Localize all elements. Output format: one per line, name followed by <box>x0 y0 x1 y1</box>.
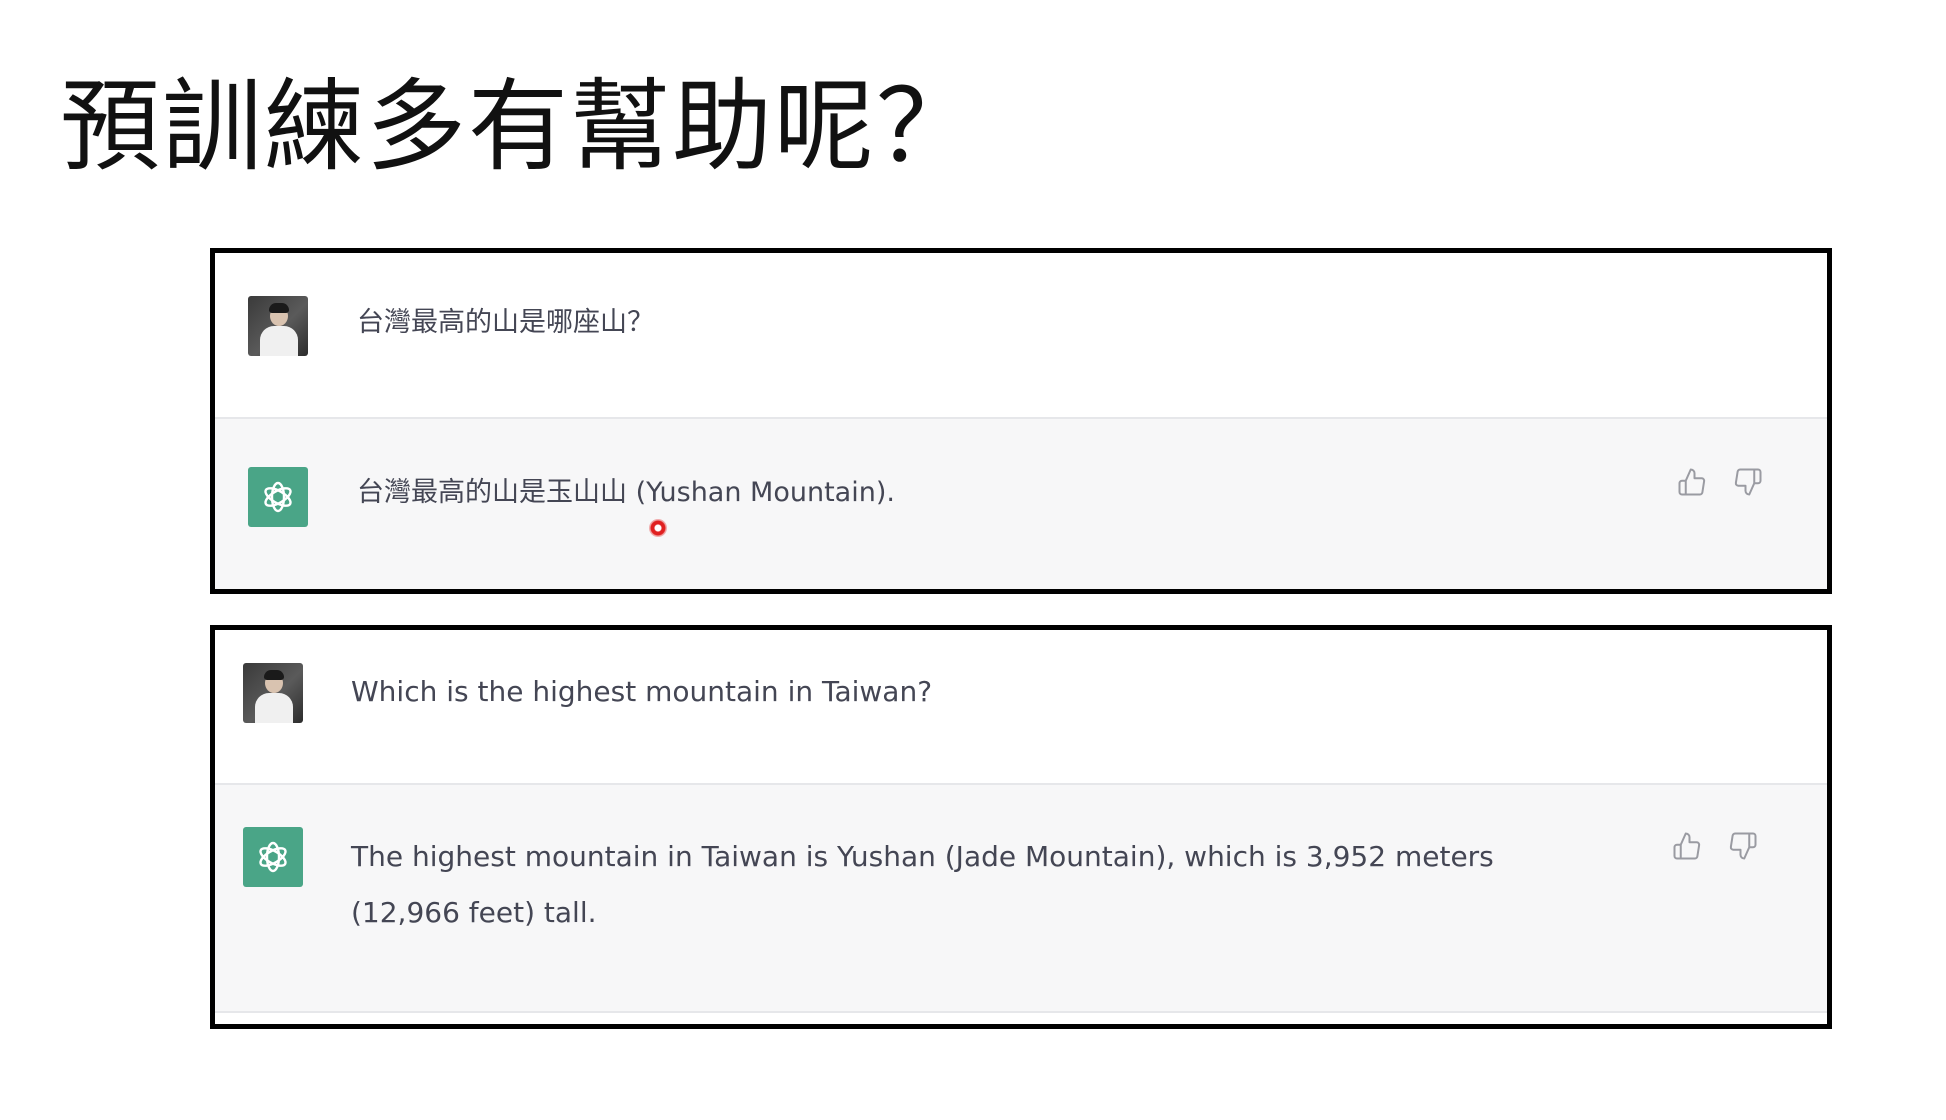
thumbs-down-icon[interactable] <box>1731 465 1765 499</box>
assistant-message-text: The highest mountain in Taiwan is Yushan… <box>351 840 1494 929</box>
thumbs-down-icon[interactable] <box>1726 829 1760 863</box>
thumbs-up-icon[interactable] <box>1670 829 1704 863</box>
user-message-text: 台灣最高的山是哪座山？ <box>357 307 654 338</box>
page-title: 預訓練多有幫助呢？ <box>60 68 978 185</box>
feedback-buttons <box>1670 829 1760 863</box>
assistant-message-row: The highest mountain in Taiwan is Yushan… <box>215 783 1827 1013</box>
user-message-row: Which is the highest mountain in Taiwan? <box>215 630 1827 783</box>
feedback-buttons <box>1675 465 1765 499</box>
assistant-message-row: 台灣最高的山是玉山山 (Yushan Mountain). <box>215 417 1827 589</box>
chat-screenshot-english: Which is the highest mountain in Taiwan?… <box>210 625 1832 1029</box>
assistant-message-text: 台灣最高的山是玉山山 (Yushan Mountain). <box>357 477 895 508</box>
user-avatar <box>243 663 303 723</box>
user-avatar <box>248 296 308 356</box>
user-message-text: Which is the highest mountain in Taiwan? <box>351 675 933 708</box>
openai-logo-icon <box>248 467 308 527</box>
cursor-indicator <box>649 519 667 537</box>
slide: 預訓練多有幫助呢？ 台灣最高的山是哪座山？ 台灣最高的山是玉山山 (Yushan… <box>0 0 1946 1120</box>
chat-screenshot-chinese: 台灣最高的山是哪座山？ 台灣最高的山是玉山山 (Yushan Mountain)… <box>210 248 1832 594</box>
openai-logo-icon <box>243 827 303 887</box>
user-message-row: 台灣最高的山是哪座山？ <box>215 253 1827 417</box>
thumbs-up-icon[interactable] <box>1675 465 1709 499</box>
